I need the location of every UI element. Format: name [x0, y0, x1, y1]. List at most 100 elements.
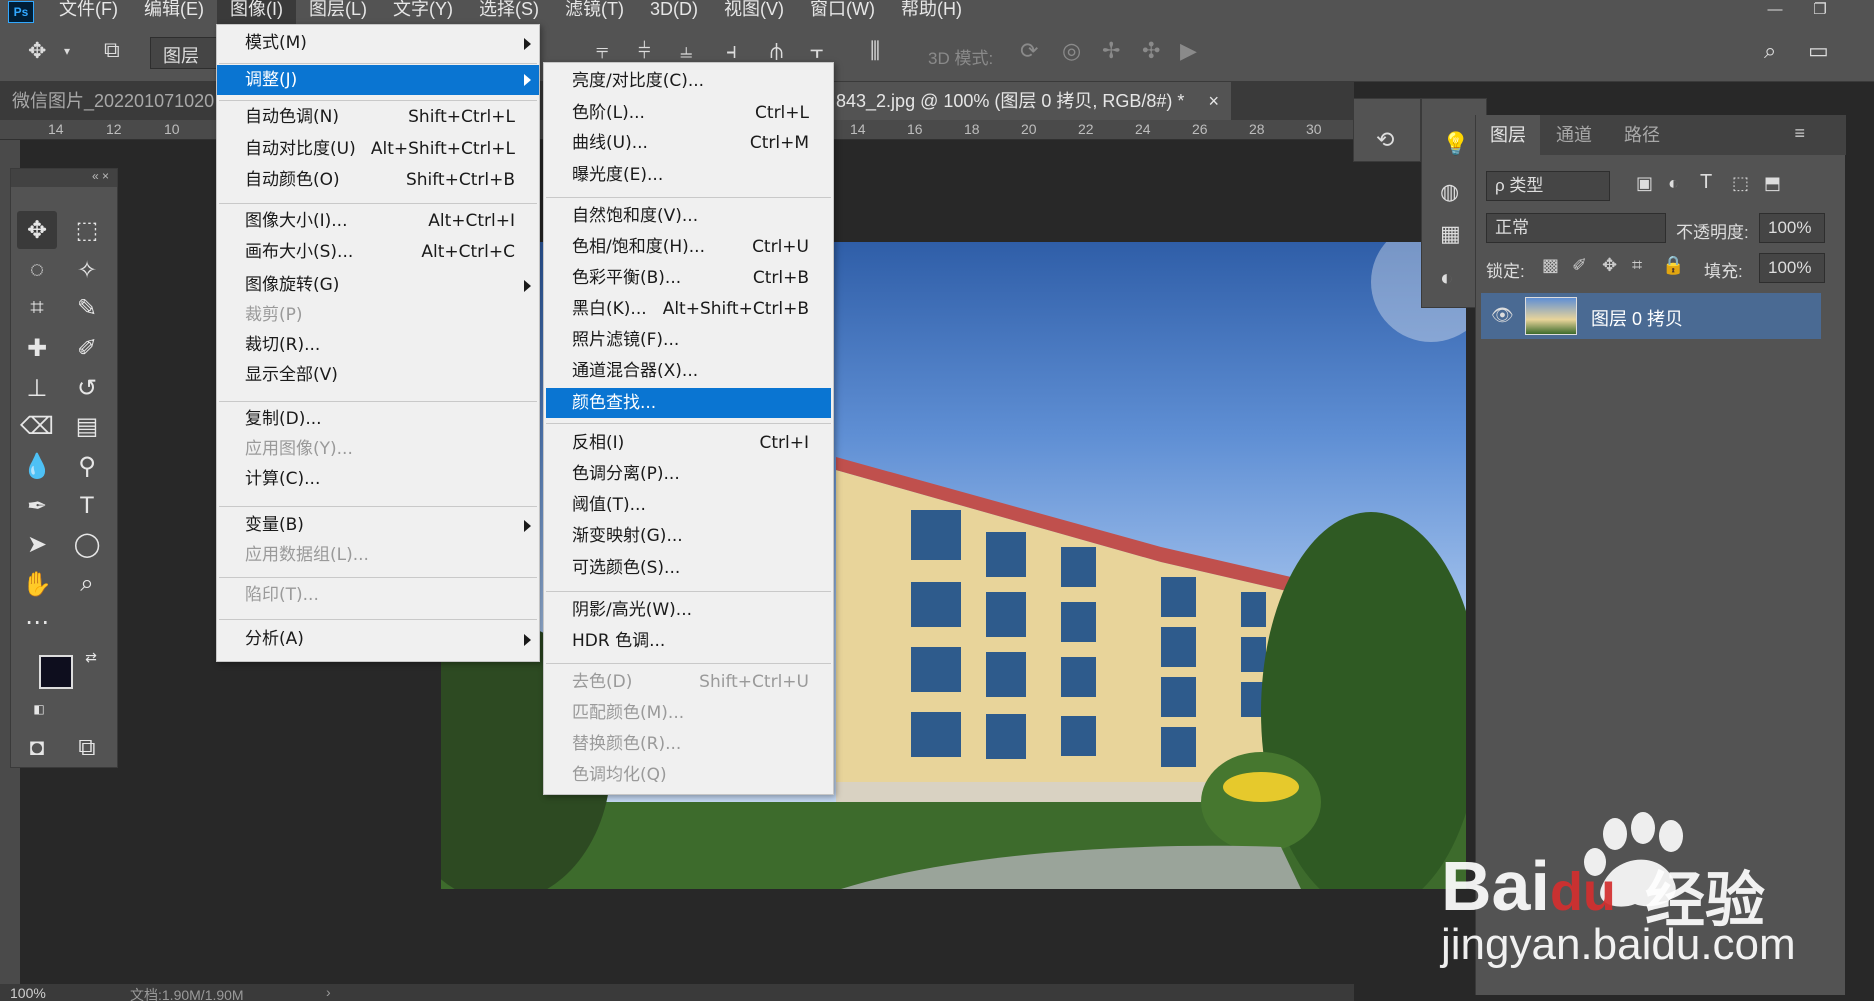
menu-item-brightness-contrast[interactable]: 亮度/对比度(C)... — [544, 67, 833, 95]
layer-row[interactable]: 👁 图层 0 拷贝 — [1481, 293, 1821, 339]
lightbulb-icon[interactable]: 💡 — [1442, 131, 1469, 157]
menu-item-color-lookup[interactable]: 颜色查找... — [546, 388, 831, 418]
3d-slide-icon[interactable]: ✣ — [1142, 38, 1160, 64]
menu-item-mode[interactable]: 模式(M) — [217, 29, 539, 57]
menu-item-auto-color[interactable]: 自动颜色(O) Shift+Ctrl+B — [217, 166, 539, 194]
tab-active-document[interactable]: 843_2.jpg @ 100% (图层 0 拷贝, RGB/8#) * × — [826, 82, 1231, 120]
align-left-icon[interactable]: ⫞ — [726, 38, 737, 64]
menu-item-black-white[interactable]: 黑白(K)... Alt+Shift+Ctrl+B — [544, 295, 833, 323]
ellipse-tool-icon[interactable]: ◯ — [67, 525, 107, 563]
lock-artboard-icon[interactable]: ⌗ — [1632, 255, 1642, 276]
quick-mask-icon[interactable]: ◘ — [17, 729, 57, 767]
opacity-input[interactable]: 100% — [1759, 213, 1825, 243]
menu-item-adjustments[interactable]: 调整(J) — [217, 65, 539, 95]
menu-item-auto-contrast[interactable]: 自动对比度(U) Alt+Shift+Ctrl+L — [217, 135, 539, 163]
eyedropper-icon[interactable]: ✎ — [67, 289, 107, 327]
crop-tool-icon[interactable]: ⌗ — [17, 289, 57, 327]
zoom-tool-icon[interactable]: ⌕ — [67, 565, 107, 603]
foreground-color-swatch[interactable] — [39, 655, 73, 689]
panel-menu-icon[interactable]: ≡ — [1794, 123, 1805, 144]
magic-wand-icon[interactable]: ✧ — [67, 251, 107, 289]
menu-item-variables[interactable]: 变量(B) — [217, 511, 539, 539]
clone-stamp-icon[interactable]: ⊥ — [17, 369, 57, 407]
libraries-icon[interactable]: ▦ — [1440, 221, 1461, 247]
menu-type[interactable]: 文字(Y) — [380, 0, 466, 24]
tab-close-icon[interactable]: × — [1208, 82, 1219, 120]
3d-pan-icon[interactable]: ✢ — [1102, 38, 1120, 64]
align-top-icon[interactable]: ⫧ — [596, 38, 608, 64]
menu-item-posterize[interactable]: 色调分离(P)... — [544, 460, 833, 488]
zoom-level[interactable]: 100% — [10, 985, 46, 1001]
layer-name[interactable]: 图层 0 拷贝 — [1591, 305, 1683, 331]
tab-inactive-document[interactable]: 微信图片_202201071020 — [0, 82, 216, 120]
workspace-icon[interactable]: ▭ — [1808, 38, 1829, 64]
menu-item-hdr-toning[interactable]: HDR 色调... — [544, 627, 833, 655]
menu-item-hue-saturation[interactable]: 色相/饱和度(H)... Ctrl+U — [544, 233, 833, 261]
menu-help[interactable]: 帮助(H) — [888, 0, 975, 24]
minimize-icon[interactable]: — — [1755, 0, 1795, 24]
more-tools-icon[interactable]: ⋯ — [17, 603, 57, 641]
marquee-tool-icon[interactable]: ⬚ — [67, 211, 107, 249]
menu-item-auto-tone[interactable]: 自动色调(N) Shift+Ctrl+L — [217, 103, 539, 131]
gradient-tool-icon[interactable]: ▤ — [67, 407, 107, 445]
lasso-tool-icon[interactable]: ◌ — [17, 251, 57, 289]
3d-camera-icon[interactable]: ▶ — [1180, 38, 1197, 64]
menu-item-color-balance[interactable]: 色彩平衡(B)... Ctrl+B — [544, 264, 833, 292]
menu-item-analysis[interactable]: 分析(A) — [217, 625, 539, 653]
align-middle-icon[interactable]: ⫩ — [638, 38, 651, 64]
document-info[interactable]: 文档:1.90M/1.90M — [130, 985, 244, 1001]
menu-item-exposure[interactable]: 曝光度(E)... — [544, 161, 833, 189]
3d-roll-icon[interactable]: ◎ — [1062, 38, 1081, 64]
restore-icon[interactable]: ❐ — [1800, 0, 1840, 24]
filter-shape-icon[interactable]: ⬚ — [1732, 173, 1749, 194]
menu-item-trim[interactable]: 裁切(R)... — [217, 331, 539, 359]
menu-item-image-size[interactable]: 图像大小(I)... Alt+Ctrl+I — [217, 207, 539, 235]
adjustments-icon[interactable]: ◍ — [1440, 179, 1459, 205]
distribute-icon[interactable]: ⫼ — [870, 38, 880, 64]
filter-type-icon[interactable]: T — [1700, 171, 1712, 194]
hand-tool-icon[interactable]: ✋ — [17, 565, 57, 603]
menu-item-image-rotation[interactable]: 图像旋转(G) — [217, 271, 539, 299]
default-colors-icon[interactable]: ◧ — [31, 701, 47, 717]
menu-item-curves[interactable]: 曲线(U)... Ctrl+M — [544, 129, 833, 157]
tab-layers[interactable]: 图层 — [1476, 115, 1540, 155]
menu-file[interactable]: 文件(F) — [46, 0, 131, 24]
brush-tool-icon[interactable]: ✐ — [67, 329, 107, 367]
eye-icon[interactable]: 👁 — [1491, 305, 1514, 326]
healing-brush-icon[interactable]: ✚ — [17, 329, 57, 367]
chevron-right-icon[interactable]: › — [326, 984, 331, 1000]
menu-view[interactable]: 视图(V) — [711, 0, 797, 24]
align-center-icon[interactable]: ⫛ — [770, 38, 783, 64]
tab-channels[interactable]: 通道 — [1542, 115, 1606, 155]
menu-filter[interactable]: 滤镜(T) — [552, 0, 637, 24]
menu-item-levels[interactable]: 色阶(L)... Ctrl+L — [544, 99, 833, 127]
menu-window[interactable]: 窗口(W) — [797, 0, 888, 24]
menu-item-channel-mixer[interactable]: 通道混合器(X)... — [544, 357, 833, 385]
menu-item-calculations[interactable]: 计算(C)... — [217, 465, 539, 493]
menu-item-shadows-highlights[interactable]: 阴影/高光(W)... — [544, 596, 833, 624]
swap-colors-icon[interactable]: ⇄ — [81, 647, 101, 667]
eraser-icon[interactable]: ⌫ — [17, 407, 57, 445]
move-tool-icon[interactable]: ✥ — [17, 211, 57, 249]
menu-item-selective-color[interactable]: 可选颜色(S)... — [544, 554, 833, 582]
menu-item-invert[interactable]: 反相(I) Ctrl+I — [544, 429, 833, 457]
history-icon[interactable]: ⟲ — [1376, 127, 1394, 153]
menu-item-photo-filter[interactable]: 照片滤镜(F)... — [544, 326, 833, 354]
fill-input[interactable]: 100% — [1759, 253, 1825, 283]
menu-item-reveal-all[interactable]: 显示全部(V) — [217, 361, 539, 389]
auto-select-icon[interactable]: ⧉ — [104, 37, 120, 63]
lock-position-icon[interactable]: ✥ — [1602, 255, 1617, 276]
filter-smart-icon[interactable]: ⬒ — [1764, 173, 1781, 194]
search-icon[interactable]: ⌕ — [1764, 38, 1776, 64]
align-right-icon[interactable]: ⫟ — [810, 38, 823, 64]
tools-panel-header[interactable]: « × — [11, 169, 117, 187]
menu-3d[interactable]: 3D(D) — [637, 0, 711, 24]
menu-item-threshold[interactable]: 阈值(T)... — [544, 491, 833, 519]
filter-pixel-icon[interactable]: ▣ — [1636, 173, 1653, 194]
screen-mode-icon[interactable]: ⧉ — [67, 729, 107, 767]
menu-item-canvas-size[interactable]: 画布大小(S)... Alt+Ctrl+C — [217, 238, 539, 266]
layer-filter-select[interactable]: ρ 类型 — [1486, 171, 1610, 201]
type-tool-icon[interactable]: T — [67, 487, 107, 525]
styles-icon[interactable]: ◐ — [1440, 265, 1453, 291]
align-bottom-icon[interactable]: ⫨ — [680, 38, 692, 64]
